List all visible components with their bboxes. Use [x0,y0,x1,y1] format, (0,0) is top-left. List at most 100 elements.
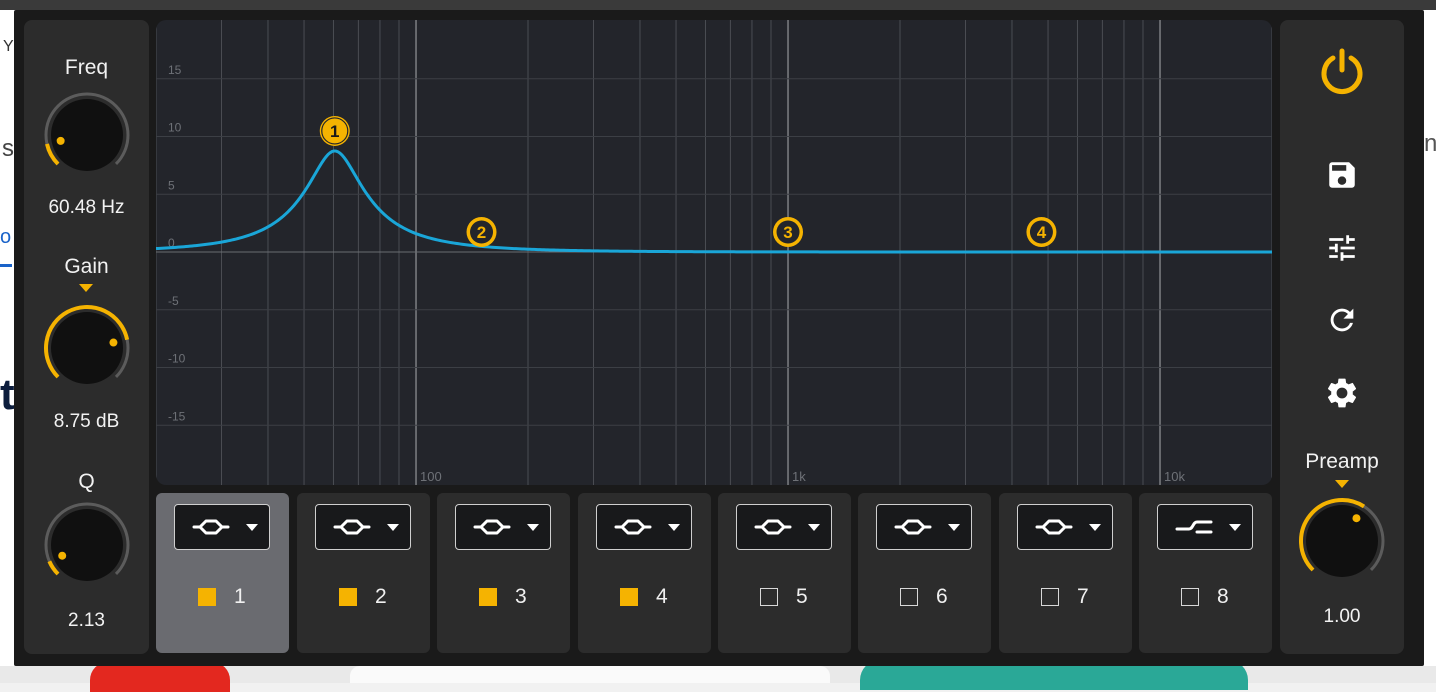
knob-body [51,509,123,581]
band-4[interactable]: 4 [578,493,711,653]
band-enable-checkbox[interactable] [900,588,918,606]
gain-knob[interactable] [40,301,134,395]
band-6[interactable]: 6 [858,493,991,653]
save-button[interactable] [1317,150,1367,200]
chevron-down-icon [1229,524,1241,531]
band-number-label: 5 [796,585,808,608]
highshelf-filter-icon [1175,520,1213,534]
band-enable-checkbox[interactable] [620,588,638,606]
band-marker-1[interactable]: 1 [319,115,350,146]
equalizer-window: Freq 60.48 Hz Gain 8.75 dB Q 2.13 15 10 5 0… [14,10,1424,666]
tune-button[interactable] [1317,223,1367,273]
knob-indicator-dot [56,136,65,145]
gain-label: Gain [64,255,109,278]
filter-type-dropdown[interactable] [876,504,972,550]
x-tick-label: 100 [420,469,442,484]
background-text-fragment: s [2,135,14,162]
band-marker-3[interactable]: 3 [773,217,804,247]
y-tick-label: 15 [168,63,182,77]
band-number-label: 6 [936,585,948,608]
band-2[interactable]: 2 [297,493,430,653]
band-enable-checkbox[interactable] [760,588,778,606]
chevron-down-icon [668,524,680,531]
filter-type-dropdown[interactable] [736,504,832,550]
freq-knob[interactable] [40,88,134,182]
band-marker-4[interactable]: 4 [1026,217,1057,247]
peak-filter-icon [1035,519,1073,535]
background-page-left [0,10,14,683]
band-enable-checkbox[interactable] [1041,588,1059,606]
band-number-label: 8 [1217,585,1229,608]
freq-label: Freq [64,56,109,79]
eq-graph[interactable]: 15 10 5 0 -5 -10 -15 100 1k 10k 1 2 3 4 [156,20,1272,485]
peak-filter-icon [614,519,652,535]
background-red-button [90,662,230,692]
chevron-down-icon [387,524,399,531]
filter-type-dropdown[interactable] [1017,504,1113,550]
band-enable-checkbox[interactable] [339,588,357,606]
tune-icon [1329,235,1355,261]
filter-type-dropdown[interactable] [596,504,692,550]
band-7[interactable]: 7 [999,493,1132,653]
preamp-label: Preamp [1305,450,1379,473]
band-enable-checkbox[interactable] [1181,588,1199,606]
peak-filter-icon [192,519,230,535]
x-tick-label: 1k [792,469,806,484]
y-tick-label: -10 [168,352,186,366]
knob-body [51,99,123,171]
q-knob[interactable] [40,498,134,592]
band-marker-label: 1 [330,122,339,141]
settings-button[interactable] [1317,368,1367,418]
gain-value: 8.75 dB [53,411,120,432]
peak-filter-icon [894,519,932,535]
preamp-value: 1.00 [1323,606,1361,627]
reset-button[interactable] [1317,295,1367,345]
band-enable-checkbox[interactable] [198,588,216,606]
band-8[interactable]: 8 [1139,493,1272,653]
band-number-label: 3 [515,585,527,608]
knob-indicator-dot [58,551,67,560]
gain-caret-icon [79,284,93,292]
freq-value: 60.48 Hz [48,197,125,218]
band-marker-2[interactable]: 2 [466,217,497,247]
peak-filter-icon [473,519,511,535]
background-card [350,666,830,683]
save-icon [1329,162,1355,188]
y-tick-label: -5 [168,294,179,308]
background-link-fragment: o [0,226,12,248]
y-tick-label: -15 [168,409,186,423]
band-parameters-panel: Freq 60.48 Hz Gain 8.75 dB Q 2.13 [24,20,149,654]
reset-icon [1330,308,1354,332]
knob-indicator-dot [109,338,118,347]
chevron-down-icon [948,524,960,531]
filter-type-dropdown[interactable] [455,504,551,550]
power-icon [1321,48,1363,95]
band-marker-label: 4 [1037,223,1047,242]
filter-type-dropdown[interactable] [174,504,270,550]
band-number-label: 4 [656,585,668,608]
band-3[interactable]: 3 [437,493,570,653]
band-5[interactable]: 5 [718,493,851,653]
chevron-down-icon [1089,524,1101,531]
band-number-label: 2 [375,585,387,608]
y-tick-label: 5 [168,178,175,192]
background-page-right [1424,10,1436,683]
preamp-knob[interactable] [1295,494,1389,588]
q-label: Q [78,470,95,493]
band-enable-checkbox[interactable] [479,588,497,606]
x-tick-label: 10k [1164,469,1185,484]
band-marker-label: 2 [477,223,486,242]
filter-type-dropdown[interactable] [315,504,411,550]
settings-icon [1327,378,1357,408]
peak-filter-icon [333,519,371,535]
frequency-response-plot[interactable]: 151050-5-10-15100 1k 10k12 3 4 [156,20,1272,485]
power-button[interactable] [1317,46,1367,96]
browser-top-bar [0,0,1436,10]
band-1[interactable]: 1 [156,493,289,653]
filter-type-dropdown[interactable] [1157,504,1253,550]
background-text-fragment: Y [3,38,14,55]
knob-body [1306,505,1378,577]
q-value: 2.13 [68,610,105,631]
chevron-down-icon [527,524,539,531]
band-number-label: 1 [234,585,246,608]
